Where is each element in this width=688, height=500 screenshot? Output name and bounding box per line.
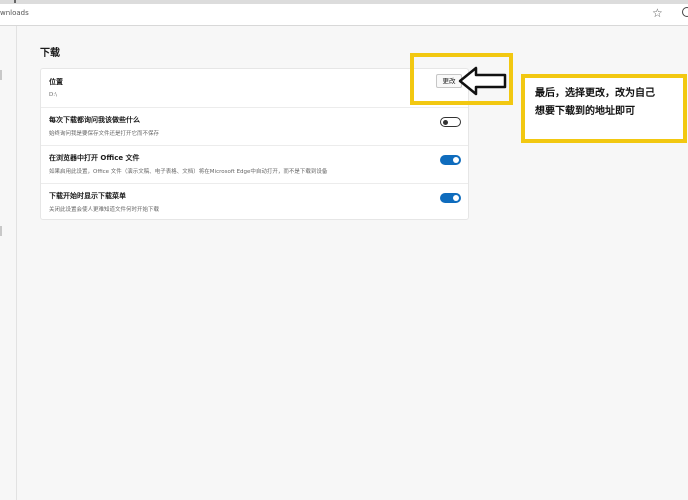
- office-title: 在浏览器中打开 Office 文件: [49, 154, 140, 162]
- menu-toggle[interactable]: [440, 193, 461, 203]
- downloads-settings-card: 位置 D:\ 更改 每次下载都询问我该做些什么 始终询问我是要保存文件还是打开它…: [40, 68, 469, 220]
- setting-row-office: 在浏览器中打开 Office 文件 如果启用此设置，Office 文件（演示文稿…: [41, 145, 468, 183]
- callout-line-1: 最后，选择更改，改为自己: [535, 88, 655, 99]
- location-title: 位置: [49, 78, 63, 86]
- office-toggle[interactable]: [440, 155, 461, 165]
- setting-row-location: 位置 D:\ 更改: [41, 69, 468, 107]
- toggle-knob: [453, 195, 459, 201]
- menu-desc: 关闭此设置会使人更难知道文件何时开始下载: [49, 207, 160, 213]
- location-value: D:\: [49, 92, 57, 98]
- sidebar-divider: [16, 26, 17, 500]
- tab-edge[interactable]: [14, 0, 16, 3]
- pointer-arrow-icon: [458, 66, 507, 96]
- sidebar-marker: [0, 226, 2, 236]
- address-bar[interactable]: wnloads ☆: [0, 4, 688, 26]
- toggle-knob: [453, 157, 459, 163]
- page-title: 下载: [40, 48, 60, 59]
- menu-title: 下载开始时显示下载菜单: [49, 192, 126, 200]
- ask-title: 每次下载都询问我该做些什么: [49, 116, 140, 124]
- setting-row-ask: 每次下载都询问我该做些什么 始终询问我是要保存文件还是打开它而不保存: [41, 107, 468, 145]
- instruction-callout: 最后，选择更改，改为自己 想要下载到的地址即可: [521, 74, 687, 143]
- toggle-knob: [443, 120, 448, 125]
- setting-row-menu: 下载开始时显示下载菜单 关闭此设置会使人更难知道文件何时开始下载: [41, 183, 468, 221]
- ask-desc: 始终询问我是要保存文件还是打开它而不保存: [49, 131, 160, 137]
- office-desc: 如果启用此设置，Office 文件（演示文稿、电子表格、文档）将在Microso…: [49, 169, 328, 175]
- sidebar-marker: [0, 70, 2, 80]
- callout-line-2: 想要下载到的地址即可: [535, 106, 635, 117]
- favorite-star-icon[interactable]: ☆: [652, 7, 663, 19]
- ask-toggle[interactable]: [440, 117, 461, 127]
- url-text[interactable]: wnloads: [0, 9, 29, 17]
- profile-icon[interactable]: [682, 7, 688, 17]
